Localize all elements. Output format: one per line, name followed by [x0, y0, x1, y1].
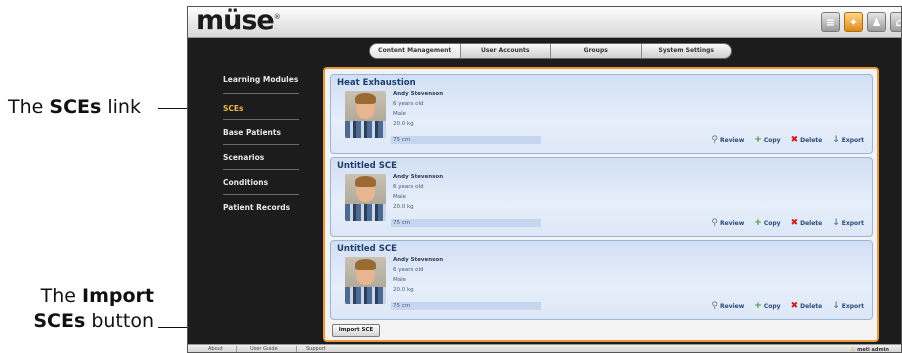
- export-button[interactable]: ↓ Export: [832, 218, 864, 228]
- footer-divider: [236, 346, 237, 352]
- sidebar-divider: [223, 169, 299, 170]
- copy-button[interactable]: + Copy: [754, 135, 780, 145]
- download-arrow-icon: ↓: [832, 218, 840, 228]
- patient-sex: Male: [393, 277, 407, 283]
- tab-groups[interactable]: Groups: [551, 44, 642, 58]
- patient-name: Andy Stevenson: [393, 91, 444, 97]
- logged-in-user[interactable]: ⚠ meti admin: [849, 346, 889, 353]
- magnifier-icon: ⚲: [711, 301, 718, 311]
- download-arrow-icon: ↓: [832, 301, 840, 311]
- footer-user-guide-link[interactable]: User Guide: [250, 346, 278, 352]
- sidebar-item-patient-records[interactable]: Patient Records: [223, 203, 303, 212]
- sidebar-item-learning-modules[interactable]: Learning Modules: [223, 75, 303, 84]
- patient-age: 6 years old: [393, 267, 424, 273]
- muse-logo: müse®: [196, 6, 281, 36]
- footer-support-link[interactable]: Support: [306, 346, 326, 352]
- sidebar-item-sces[interactable]: SCEs: [223, 104, 303, 113]
- info-highlight: [391, 219, 541, 227]
- review-button[interactable]: ⚲ Review: [711, 301, 744, 311]
- sce-card[interactable]: Untitled SCE Andy Stevenson 6 years old …: [330, 240, 873, 320]
- sidebar-item-base-patients[interactable]: Base Patients: [223, 128, 303, 137]
- patient-avatar: [345, 91, 386, 138]
- footer-divider: [296, 346, 297, 352]
- patient-weight: 20.0 kg: [393, 204, 414, 210]
- patient-name: Andy Stevenson: [393, 174, 444, 180]
- main-tabs: Content Management User Accounts Groups …: [369, 43, 732, 59]
- download-arrow-icon: ↓: [832, 135, 840, 145]
- user-icon[interactable]: ♟: [867, 12, 886, 32]
- sidebar-divider: [223, 93, 299, 94]
- info-highlight: [391, 302, 541, 310]
- info-highlight: [391, 136, 541, 144]
- delete-x-icon: ✖: [790, 135, 799, 145]
- sidebar-divider: [223, 194, 299, 195]
- review-button[interactable]: ⚲ Review: [711, 218, 744, 228]
- home-icon[interactable]: ⌂: [890, 12, 901, 32]
- sce-actions: ⚲ Review + Copy ✖ Delete ↓ Export: [711, 218, 864, 228]
- sce-actions: ⚲ Review + Copy ✖ Delete ↓ Export: [711, 301, 864, 311]
- patient-age: 6 years old: [393, 184, 424, 190]
- top-icons: ≡ ✦ ♟ ⌂: [821, 12, 901, 32]
- patient-avatar: [345, 174, 386, 221]
- magnifier-icon: ⚲: [711, 135, 718, 145]
- tab-content-management[interactable]: Content Management: [370, 44, 461, 58]
- top-bar: müse® ≡ ✦ ♟ ⌂: [188, 7, 901, 38]
- sidebar-divider: [223, 119, 299, 120]
- footer-bar: About User Guide Support ⚠ meti admin: [188, 344, 901, 353]
- sce-card[interactable]: Heat Exhaustion Andy Stevenson 6 years o…: [330, 74, 873, 154]
- patient-weight: 20.0 kg: [393, 121, 414, 127]
- delete-x-icon: ✖: [790, 301, 799, 311]
- delete-button[interactable]: ✖ Delete: [790, 218, 823, 228]
- sce-card[interactable]: Untitled SCE Andy Stevenson 6 years old …: [330, 157, 873, 237]
- delete-button[interactable]: ✖ Delete: [790, 301, 823, 311]
- sce-actions: ⚲ Review + Copy ✖ Delete ↓ Export: [711, 135, 864, 145]
- sidebar-divider: [223, 144, 299, 145]
- gear-icon[interactable]: ✦: [844, 12, 863, 32]
- footer-about-link[interactable]: About: [208, 346, 223, 352]
- sce-title[interactable]: Untitled SCE: [337, 244, 397, 254]
- callout-sces-link: The SCEs link: [8, 96, 141, 118]
- patient-height: 75 cm: [393, 137, 411, 143]
- patient-height: 75 cm: [393, 220, 411, 226]
- patient-name: Andy Stevenson: [393, 257, 444, 263]
- magnifier-icon: ⚲: [711, 218, 718, 228]
- sce-title[interactable]: Heat Exhaustion: [337, 78, 416, 88]
- tab-system-settings[interactable]: System Settings: [642, 44, 732, 58]
- patient-weight: 20.0 kg: [393, 287, 414, 293]
- patient-sex: Male: [393, 111, 407, 117]
- sidebar-item-scenarios[interactable]: Scenarios: [223, 153, 303, 162]
- patient-age: 6 years old: [393, 101, 424, 107]
- copy-button[interactable]: + Copy: [754, 218, 780, 228]
- delete-button[interactable]: ✖ Delete: [790, 135, 823, 145]
- plus-icon: +: [754, 218, 762, 228]
- sce-title[interactable]: Untitled SCE: [337, 161, 397, 171]
- copy-button[interactable]: + Copy: [754, 301, 780, 311]
- warning-icon: ⚠: [849, 346, 856, 353]
- callout-import-button: The Import SCEs button: [33, 285, 154, 332]
- import-sce-button[interactable]: Import SCE: [332, 324, 380, 337]
- sce-list-panel: Heat Exhaustion Andy Stevenson 6 years o…: [323, 67, 879, 342]
- patient-sex: Male: [393, 194, 407, 200]
- patient-avatar: [345, 257, 386, 304]
- export-button[interactable]: ↓ Export: [832, 135, 864, 145]
- tab-user-accounts[interactable]: User Accounts: [461, 44, 551, 58]
- delete-x-icon: ✖: [790, 218, 799, 228]
- sidebar-item-conditions[interactable]: Conditions: [223, 178, 303, 187]
- notes-icon[interactable]: ≡: [821, 12, 840, 32]
- muse-app-window: müse® ≡ ✦ ♟ ⌂ Content Management User Ac…: [187, 6, 902, 353]
- plus-icon: +: [754, 301, 762, 311]
- review-button[interactable]: ⚲ Review: [711, 135, 744, 145]
- export-button[interactable]: ↓ Export: [832, 301, 864, 311]
- patient-height: 75 cm: [393, 303, 411, 309]
- plus-icon: +: [754, 135, 762, 145]
